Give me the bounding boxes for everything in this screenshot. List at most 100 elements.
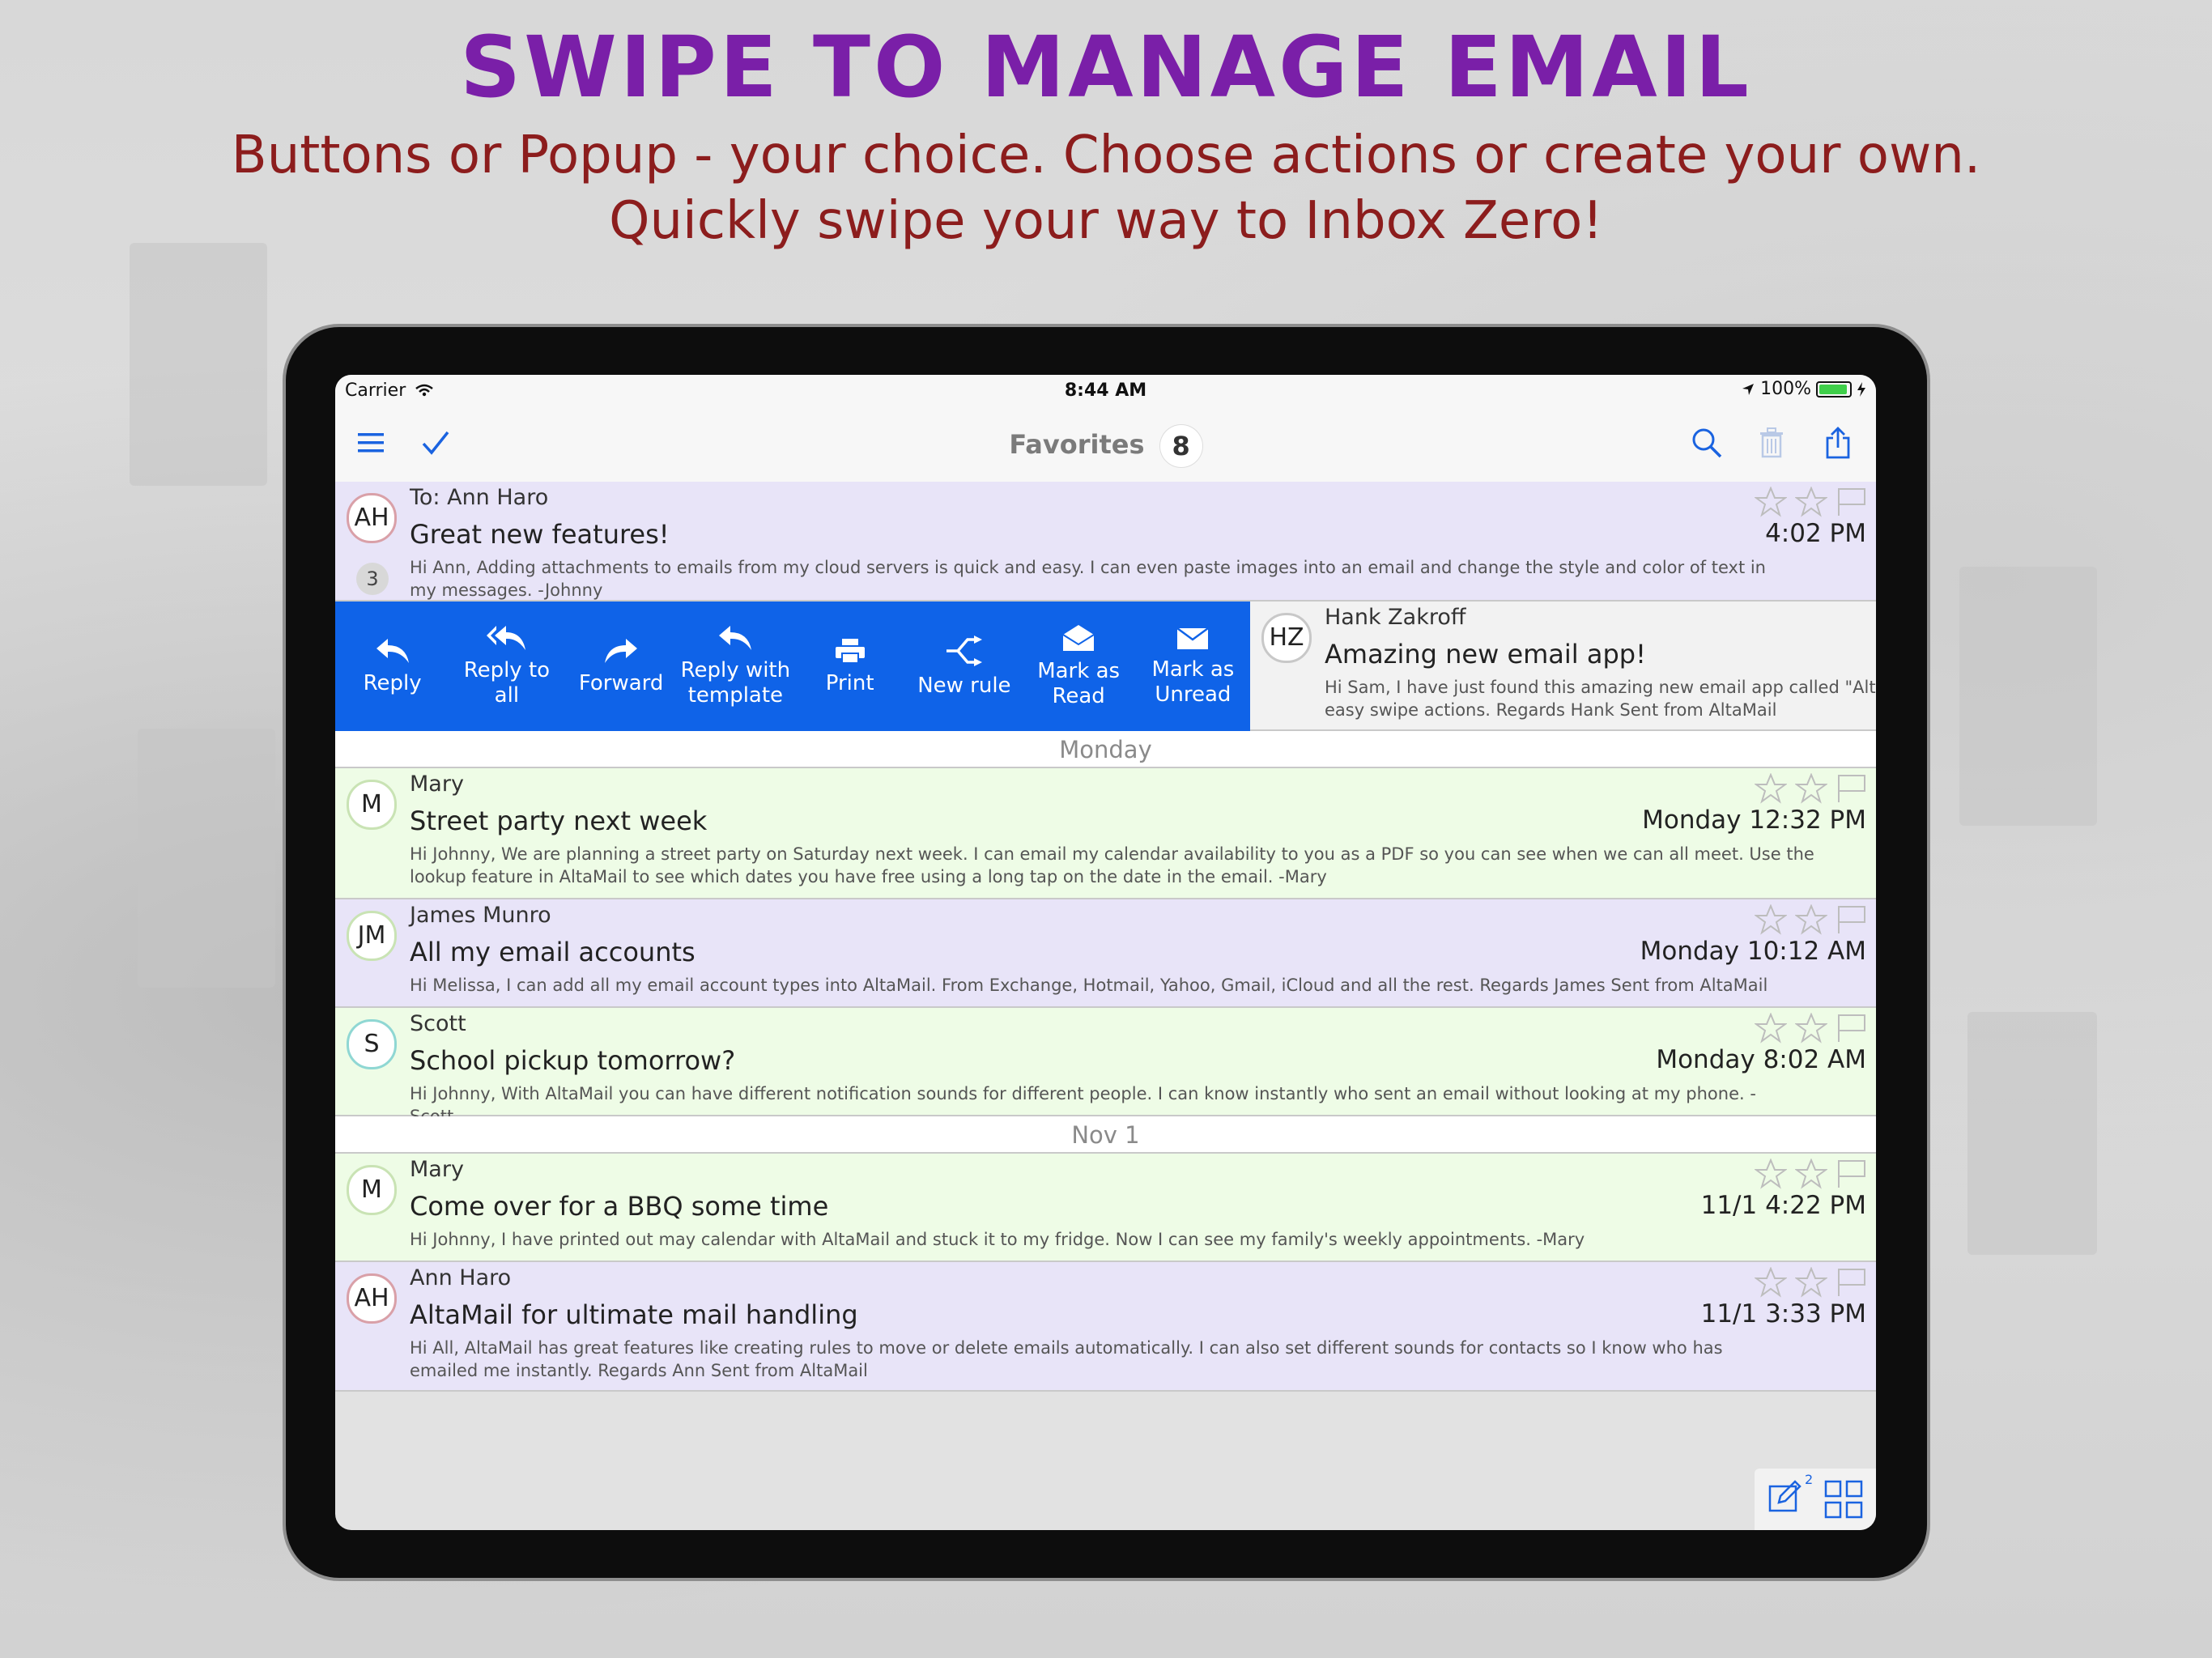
flag-icon[interactable]: [1836, 487, 1868, 517]
avatar: JM: [347, 911, 397, 961]
message-date: 11/1 3:33 PM: [1700, 1299, 1866, 1329]
action-reply-all[interactable]: Reply to all: [449, 602, 564, 731]
star-icon[interactable]: [1795, 904, 1827, 935]
forward-icon: [605, 638, 638, 663]
message-sender: Mary: [410, 772, 464, 797]
message-subject: Amazing new email app!: [1325, 639, 1646, 670]
message-subject: Come over for a BBQ some time: [410, 1191, 829, 1222]
message-date: 4:02 PM: [1765, 519, 1866, 548]
background-window: [138, 729, 275, 988]
mailbox-title[interactable]: Favorites 8: [335, 425, 1876, 467]
action-forward[interactable]: Forward: [564, 602, 678, 731]
message-row-swiped[interactable]: HZ Hank Zakroff Amazing new email app! H…: [1250, 602, 1876, 731]
status-time: 8:44 AM: [1064, 380, 1147, 401]
message-sender: Scott: [410, 1011, 466, 1036]
compose-button[interactable]: 2: [1767, 1472, 1813, 1517]
swipe-action-bar: Reply Reply to all Forward Reply with te…: [335, 602, 1250, 731]
message-date: Monday 10:12 AM: [1640, 937, 1866, 966]
flag-icon[interactable]: [1836, 904, 1868, 935]
status-right: 100%: [1741, 379, 1866, 399]
avatar: HZ: [1261, 613, 1312, 663]
action-print[interactable]: Print: [793, 602, 907, 731]
compose-badge: 2: [1805, 1472, 1814, 1487]
background-window: [130, 243, 267, 486]
action-new-rule[interactable]: New rule: [907, 602, 1021, 731]
message-subject: Street party next week: [410, 806, 708, 836]
message-preview: Hi Johnny, We are planning a street part…: [410, 844, 1814, 886]
message-subject: All my email accounts: [410, 937, 696, 967]
message-sender: James Munro: [410, 903, 551, 928]
star-icon[interactable]: [1795, 773, 1827, 804]
grid-button[interactable]: [1824, 1480, 1863, 1522]
message-row[interactable]: JM James Munro All my email accounts Hi …: [335, 899, 1876, 1008]
action-mark-unread[interactable]: Mark as Unread: [1136, 602, 1250, 731]
avatar: S: [347, 1019, 397, 1069]
search-button[interactable]: [1684, 420, 1729, 466]
star-icon[interactable]: [1795, 487, 1827, 517]
action-label: New rule: [917, 673, 1011, 698]
star-icon[interactable]: [1795, 1158, 1827, 1189]
star-icon[interactable]: [1795, 1013, 1827, 1044]
app-screen: Carrier 8:44 AM 100% Favorites 8 AH 3 To…: [335, 375, 1876, 1530]
status-bar: Carrier 8:44 AM 100%: [335, 375, 1876, 406]
message-row[interactable]: S Scott School pickup tomorrow? Hi Johnn…: [335, 1008, 1876, 1126]
print-icon: [835, 638, 865, 664]
background-window: [1959, 567, 2097, 826]
message-preview: Hi Sam, I have just found this amazing n…: [1325, 678, 1876, 720]
flag-icon[interactable]: [1836, 773, 1868, 804]
message-date: Monday 8:02 AM: [1656, 1045, 1866, 1074]
promo-headline: SWIPE TO MANAGE EMAIL: [460, 18, 1752, 117]
flag-icon[interactable]: [1836, 1267, 1868, 1298]
star-icon[interactable]: [1755, 1158, 1787, 1189]
message-date: 11/1 4:22 PM: [1700, 1191, 1866, 1220]
grid-icon: [1824, 1480, 1863, 1519]
message-subject: AltaMail for ultimate mail handling: [410, 1299, 858, 1330]
avatar: M: [347, 1165, 397, 1215]
message-row[interactable]: M Mary Come over for a BBQ some time Hi …: [335, 1154, 1876, 1262]
trash-icon: [1760, 427, 1783, 458]
star-icon[interactable]: [1755, 773, 1787, 804]
promo-subline-2: Quickly swipe your way to Inbox Zero!: [609, 191, 1603, 251]
action-reply-template[interactable]: Reply with template: [678, 602, 793, 731]
bottom-tools: 2: [1755, 1469, 1876, 1530]
reply-template-icon: [719, 626, 752, 650]
message-sender: To: Ann Haro: [410, 485, 549, 510]
action-label: Mark as Unread: [1151, 657, 1235, 707]
thread-count-badge: 3: [356, 563, 389, 595]
flag-icon[interactable]: [1836, 1158, 1868, 1189]
message-row[interactable]: M Mary Street party next week Hi Johnny,…: [335, 768, 1876, 899]
action-label: Forward: [578, 670, 664, 695]
message-flags: [1755, 1158, 1868, 1189]
star-icon[interactable]: [1755, 904, 1787, 935]
avatar: AH: [347, 1273, 397, 1324]
action-reply[interactable]: Reply: [335, 602, 449, 731]
mailbox-count-badge: 8: [1159, 425, 1202, 467]
message-date: Monday 12:32 PM: [1642, 806, 1866, 835]
trash-button[interactable]: [1749, 420, 1794, 466]
star-icon[interactable]: [1755, 1013, 1787, 1044]
star-icon[interactable]: [1795, 1267, 1827, 1298]
action-label: Reply with template: [680, 658, 791, 708]
message-row[interactable]: AH Ann Haro AltaMail for ultimate mail h…: [335, 1262, 1876, 1392]
reply-icon: [376, 638, 409, 663]
rule-icon: [946, 635, 982, 666]
charging-bolt-icon: [1857, 381, 1865, 397]
message-flags: [1755, 487, 1868, 517]
battery-percent: 100%: [1760, 379, 1811, 399]
star-icon[interactable]: [1755, 1267, 1787, 1298]
star-icon[interactable]: [1755, 487, 1787, 517]
action-label: Reply: [363, 670, 422, 695]
background-window: [1967, 1012, 2097, 1255]
message-preview: Hi Ann, Adding attachments to emails fro…: [410, 558, 1766, 600]
message-preview: Hi Melissa, I can add all my email accou…: [410, 976, 1768, 995]
share-button[interactable]: [1815, 420, 1861, 466]
reply-all-icon: [486, 626, 525, 650]
message-row[interactable]: AH 3 To: Ann Haro Great new features! Hi…: [335, 482, 1876, 602]
search-icon: [1692, 428, 1722, 458]
flag-icon[interactable]: [1836, 1013, 1868, 1044]
action-mark-read[interactable]: Mark as Read: [1022, 602, 1136, 731]
message-flags: [1755, 773, 1868, 804]
nav-toolbar: Favorites 8: [335, 406, 1876, 483]
message-sender: Hank Zakroff: [1325, 605, 1466, 630]
message-subject: Great new features!: [410, 519, 670, 550]
